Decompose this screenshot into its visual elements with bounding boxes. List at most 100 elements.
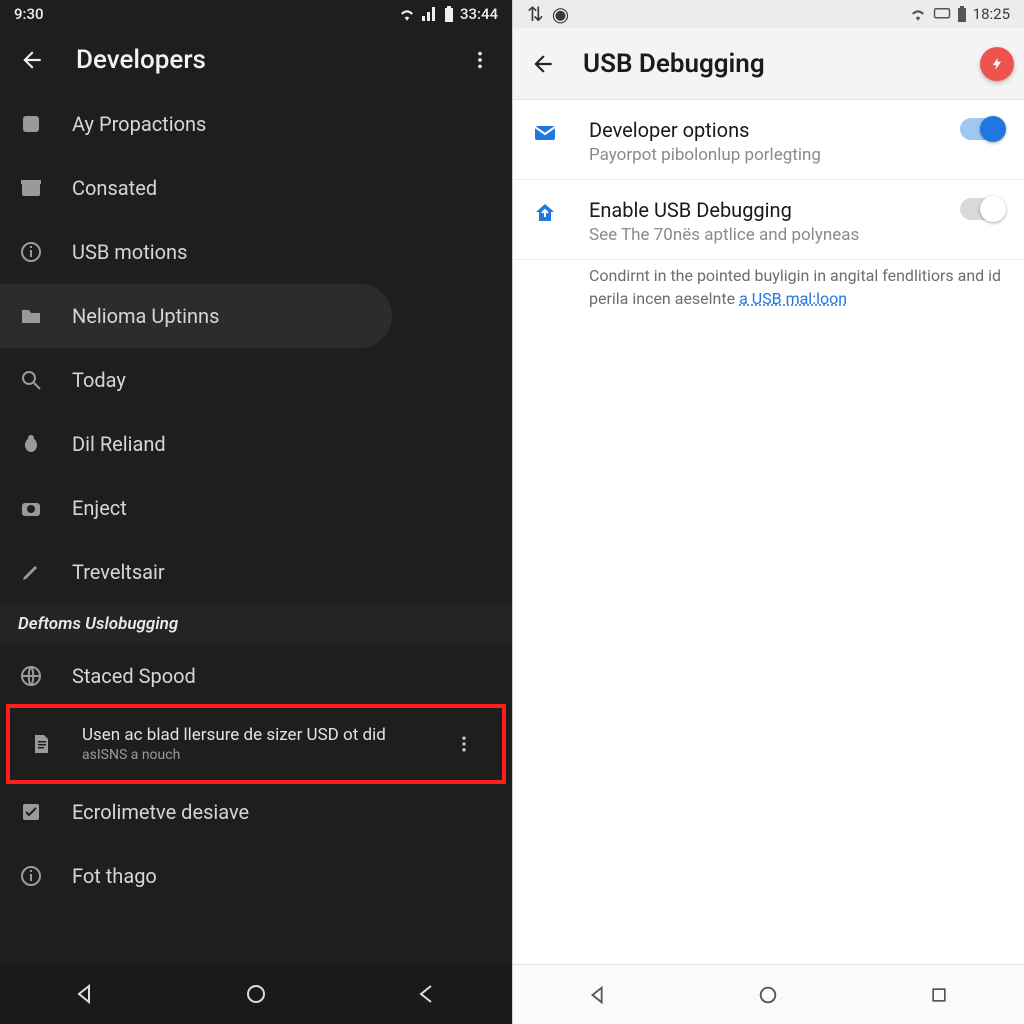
info-icon	[18, 240, 44, 264]
section-header: Deftoms Uslobugging	[0, 604, 512, 644]
more-vert-icon	[454, 734, 474, 754]
setting-texts: Enable USB Debugging See The 70nës aptlic…	[589, 198, 938, 245]
appbar: USB Debugging	[513, 28, 1024, 100]
arrow-back-icon	[19, 47, 45, 73]
setting-title: Developer options	[589, 118, 938, 142]
list-item[interactable]: Nelioma Uptinns	[0, 284, 392, 348]
list-item-label: Enject	[72, 496, 127, 520]
system-nav-bar	[513, 964, 1024, 1024]
list-item-label: Dil Reliand	[72, 432, 166, 456]
nav-home[interactable]	[748, 975, 788, 1015]
signal-icon	[422, 7, 438, 21]
status-indicators: 33:44	[398, 5, 498, 23]
list-item[interactable]: Dil Reliand	[0, 412, 512, 476]
appbar: Developers	[0, 28, 512, 92]
status-extra: 33:44	[460, 5, 498, 23]
action-badge[interactable]	[980, 47, 1014, 81]
back-button[interactable]	[12, 40, 52, 80]
list-item[interactable]: USB motions	[0, 220, 512, 284]
nav-home-icon	[757, 984, 779, 1006]
list-item-label: Consated	[72, 176, 157, 200]
list-item[interactable]: Usen ac blad llersure de sizer USD ot di…	[10, 708, 502, 780]
setting-row[interactable]: Enable USB Debugging See The 70nës aptlic…	[513, 180, 1024, 260]
list-item-label: Ecrolimetve desiave	[72, 800, 249, 824]
helper-text: Condirnt in the pointed buyligin in angi…	[513, 260, 1024, 310]
globe-icon	[18, 664, 44, 688]
page-title: Developers	[76, 45, 436, 75]
helper-link[interactable]: a USB mal:loon	[739, 289, 847, 308]
list-item-label: Ay Propactions	[72, 112, 206, 136]
status-indicators-right: 18:25	[909, 5, 1010, 23]
list-item-label: Staced Spood	[72, 664, 196, 688]
back-button[interactable]	[523, 44, 563, 84]
nav-back[interactable]	[65, 974, 105, 1014]
camera-icon	[18, 496, 44, 520]
list-item[interactable]: Treveltsair	[0, 540, 512, 604]
overflow-button[interactable]	[460, 40, 500, 80]
status-indicators-left: ⇅ ◉	[527, 4, 569, 24]
setting-texts: Developer options Payorpot pibolonlup por…	[589, 118, 938, 165]
cast-icon	[933, 7, 951, 21]
list-item-label: Treveltsair	[72, 560, 165, 584]
nav-back[interactable]	[578, 975, 618, 1015]
status-time: 18:25	[973, 5, 1010, 23]
list-item-label: Nelioma Uptinns	[72, 304, 219, 328]
more-vert-icon	[469, 49, 491, 71]
toggle-switch[interactable]	[960, 198, 1004, 220]
search-icon	[18, 368, 44, 392]
nav-recent-icon	[929, 985, 949, 1005]
document-icon	[28, 732, 54, 756]
list-item-label: USB motions	[72, 240, 187, 264]
wifi-icon	[909, 7, 927, 21]
setting-subtitle: Payorpot pibolonlup porlegting	[589, 145, 938, 165]
list-item[interactable]: Ecrolimetve desiave	[0, 780, 512, 844]
list-item-label: Fot thago	[72, 864, 157, 888]
list-item-label: Today	[72, 368, 126, 392]
mail-icon	[533, 118, 567, 149]
settings-list: Ay Propactions Consated USB motions Nelioma…	[0, 92, 512, 964]
battery-icon	[957, 6, 967, 22]
list-item[interactable]: Ay Propactions	[0, 92, 512, 156]
signal-small-icon: ⇅	[527, 4, 544, 24]
wifi-icon	[398, 7, 416, 21]
dot-icon: ◉	[552, 4, 569, 24]
right-phone-screen: ⇅ ◉ 18:25 USB Debugging Developer option…	[512, 0, 1024, 1024]
nav-recent-icon	[415, 982, 439, 1006]
content-area: Developer options Payorpot pibolonlup por…	[513, 100, 1024, 964]
list-item-label: Usen ac blad llersure de sizer USD ot di…	[82, 725, 416, 745]
battery-icon	[444, 6, 454, 22]
status-bar: ⇅ ◉ 18:25	[513, 0, 1024, 28]
page-title: USB Debugging	[583, 49, 960, 79]
archive-icon	[18, 176, 44, 200]
list-item[interactable]: Fot thago	[0, 844, 512, 908]
nav-home[interactable]	[236, 974, 276, 1014]
folder-icon	[18, 304, 44, 328]
edit-icon	[18, 560, 44, 584]
nav-back-icon	[73, 982, 97, 1006]
status-time: 9:30	[14, 5, 44, 23]
toggle-switch[interactable]	[960, 118, 1004, 140]
setting-row[interactable]: Developer options Payorpot pibolonlup por…	[513, 100, 1024, 180]
list-item[interactable]: Consated	[0, 156, 512, 220]
setting-title: Enable USB Debugging	[589, 198, 938, 222]
arrow-back-icon	[530, 51, 556, 77]
left-phone-screen: 9:30 33:44 Developers Ay Propactions Cons…	[0, 0, 512, 1024]
setting-subtitle: See The 70nës aptlice and polyneas	[589, 225, 938, 245]
nav-recent[interactable]	[407, 974, 447, 1014]
nav-home-icon	[244, 982, 268, 1006]
list-item-sub: asISNS a nouch	[82, 747, 416, 763]
checkbox-icon	[18, 800, 44, 824]
list-item[interactable]: Today	[0, 348, 512, 412]
info-icon	[18, 864, 44, 888]
highlighted-item: Usen ac blad llersure de sizer USD ot di…	[6, 704, 506, 784]
list-item[interactable]: Enject	[0, 476, 512, 540]
list-item[interactable]: Staced Spood	[0, 644, 512, 708]
nav-recent[interactable]	[919, 975, 959, 1015]
bug-icon	[18, 432, 44, 456]
nav-back-icon	[587, 984, 609, 1006]
status-bar: 9:30 33:44	[0, 0, 512, 28]
system-nav-bar	[0, 964, 512, 1024]
list-item-text: Usen ac blad llersure de sizer USD ot di…	[82, 725, 416, 763]
upload-house-icon	[533, 198, 567, 229]
item-overflow-button[interactable]	[444, 724, 484, 764]
